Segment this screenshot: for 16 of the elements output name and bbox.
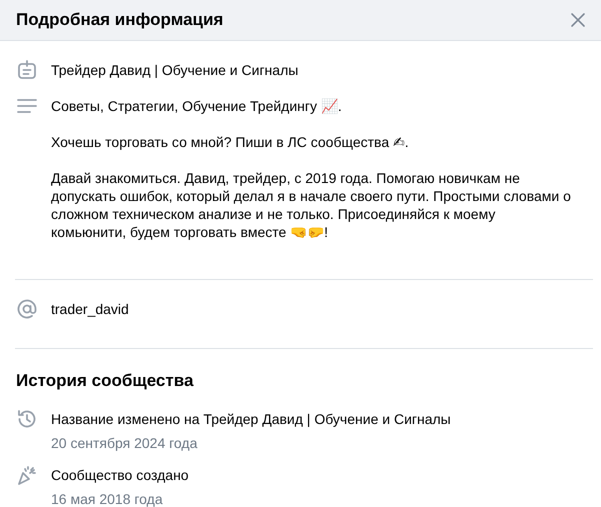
party-popper-icon [16,464,38,486]
description-text: Советы, Стратегии, Обучение Трейдингу 📈. [51,97,343,115]
section-heading: История сообщества [15,371,194,391]
username-link[interactable]: trader_david [51,300,571,318]
history-icon [16,408,38,430]
description-text: Давай знакомиться. Давид, трейдер, с 2019 года. Помогаю новичкам не допускать ошибок, который делал я в начале своего пути. Простыми словами о сложном техническом анализе и не только. Присоединяйся к моему комьюнити, будем торговать вместе 🤜🤛! [51,169,571,241]
page-icon [16,59,38,81]
event-date: 16 мая 2018 года [51,490,164,507]
panel-title: Подробная информация [16,10,224,30]
community-name: Трейдер Давид | Обучение и Сигналы [51,61,300,79]
event-date: 20 сентября 2024 года [51,434,198,452]
description-text: Хочешь торговать со мной? Пиши в ЛС сообщества ✍. [51,133,410,151]
at-sign-icon [16,298,38,320]
event-text: Сообщество создано [51,466,190,484]
event-text: Название изменено на Трейдер Давид | Обучение и Сигналы [51,410,452,428]
close-icon[interactable] [570,12,586,28]
